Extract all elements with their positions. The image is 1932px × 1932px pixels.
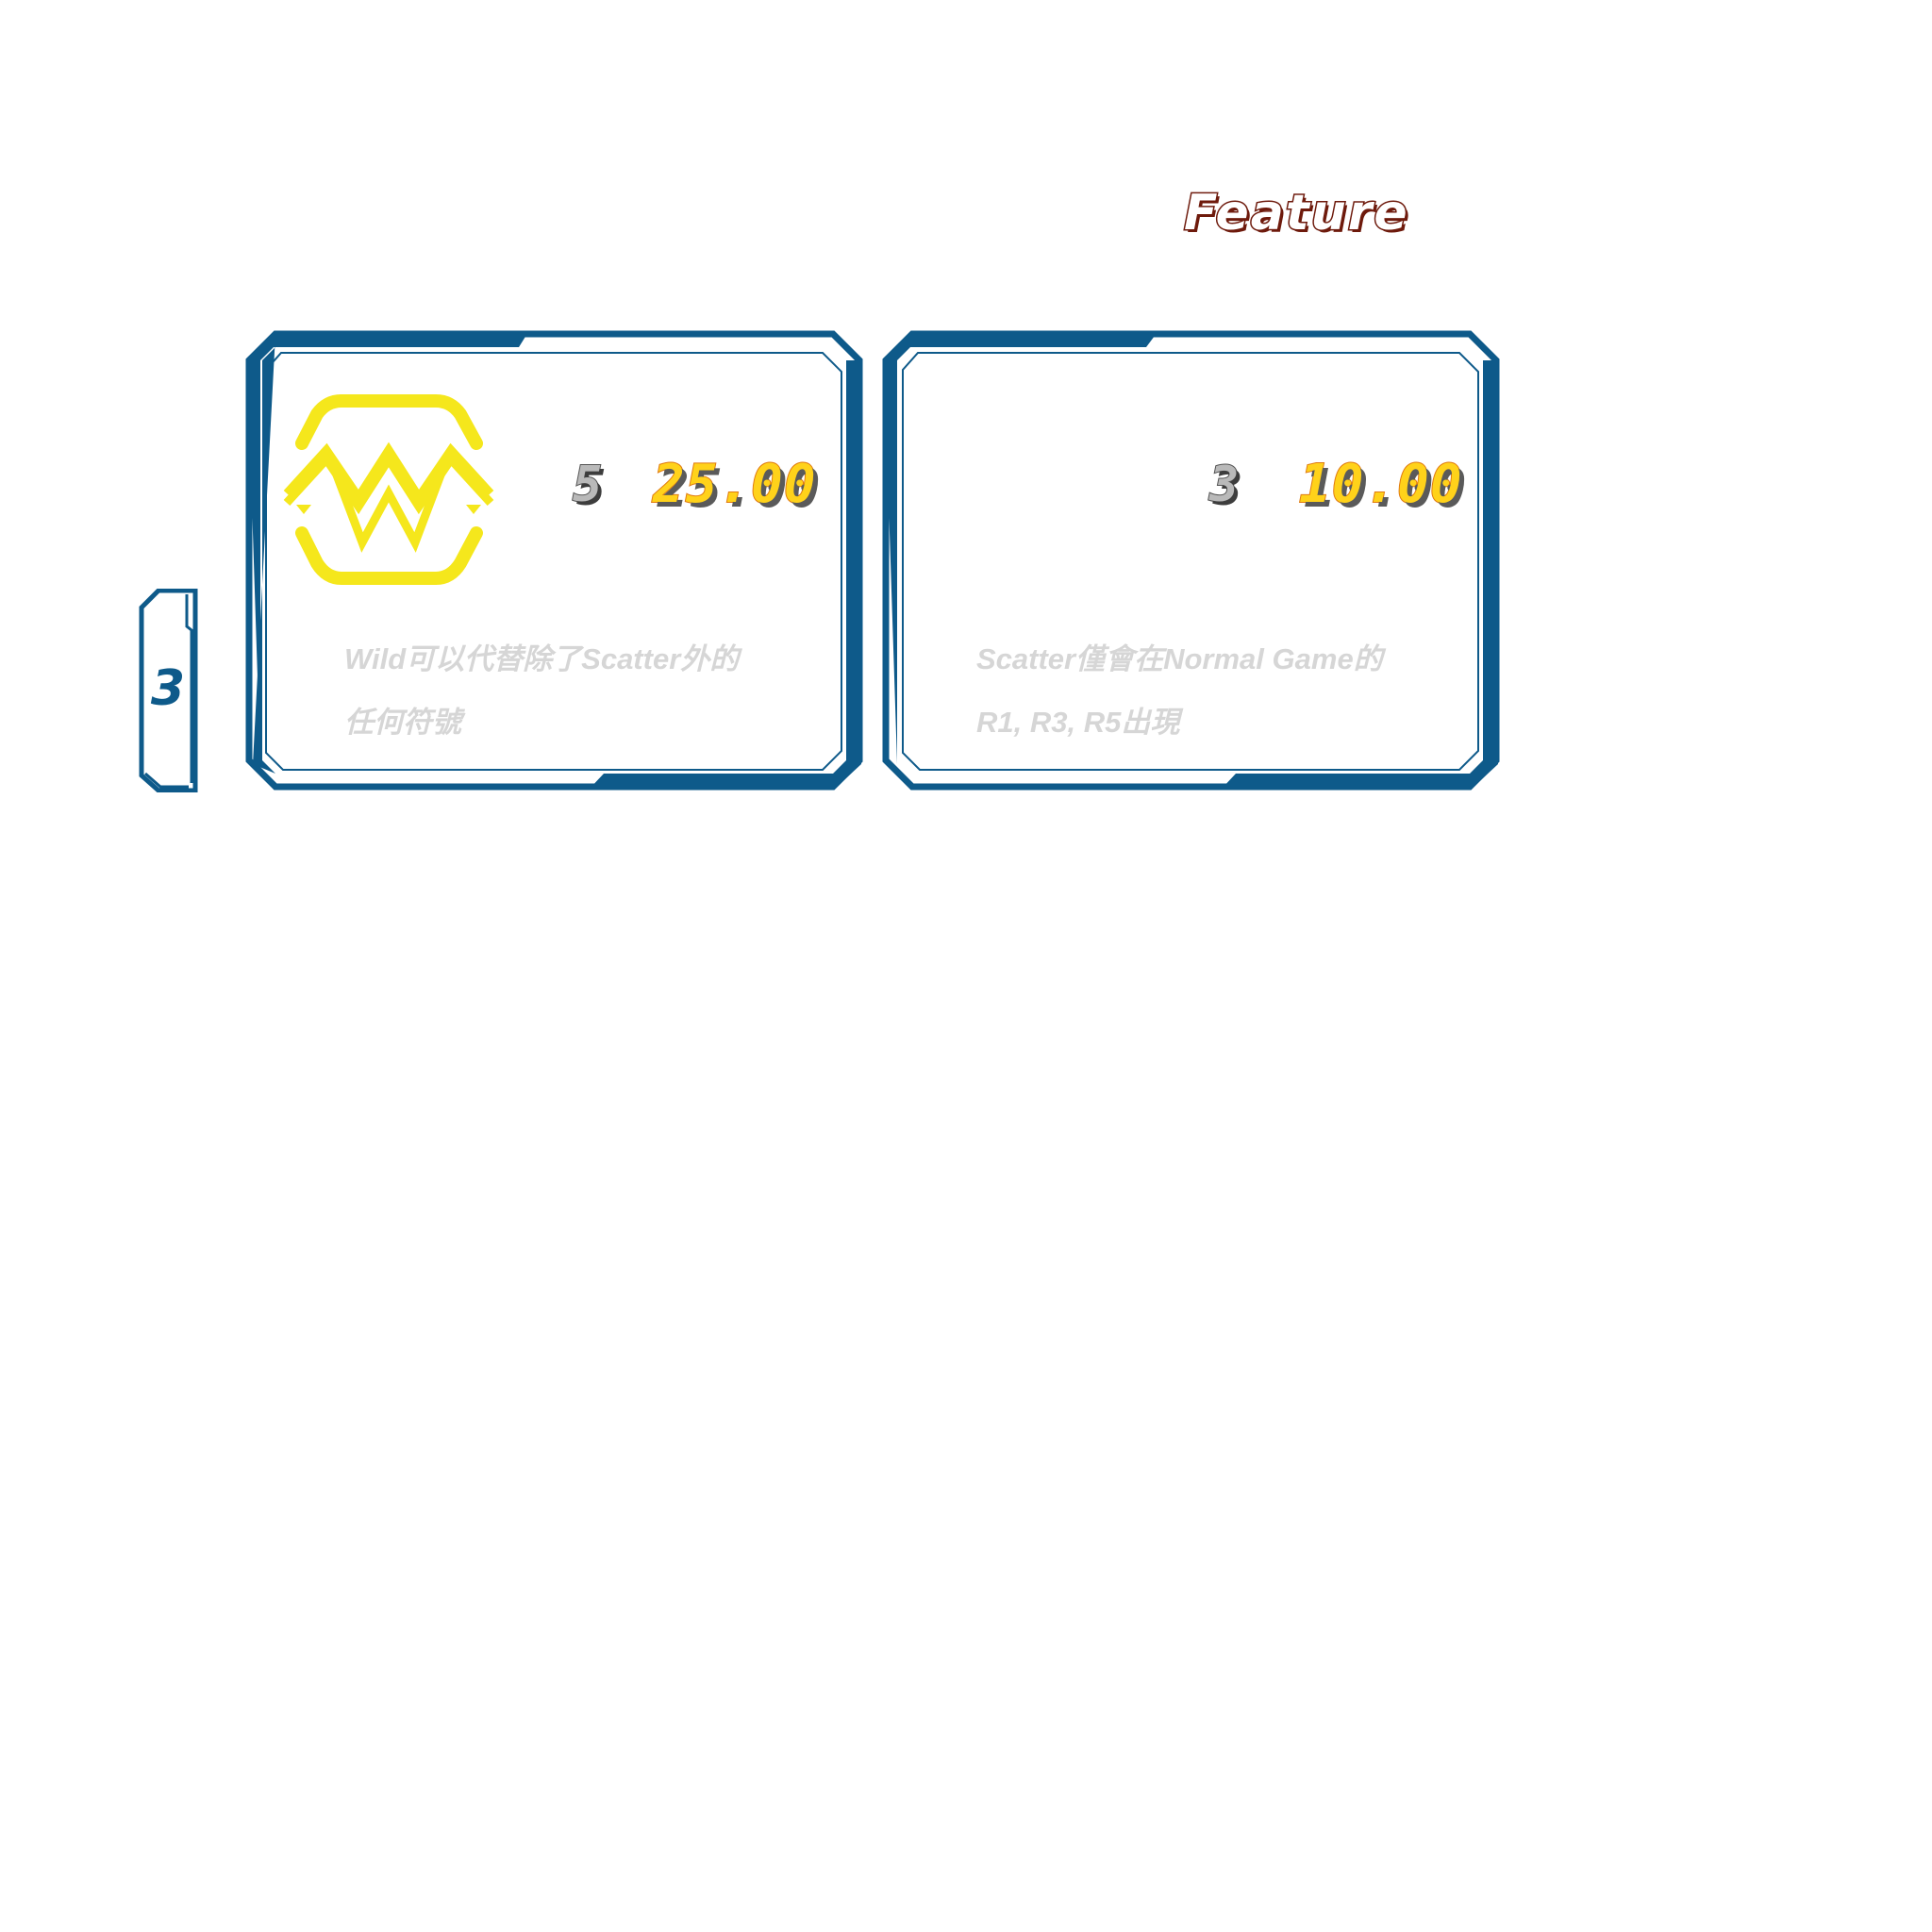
description-line: R1, R3, R5出現 <box>976 706 1180 739</box>
page-tab-label: 3 <box>150 660 186 717</box>
page-title: Feature <box>1183 185 1409 242</box>
symbol-payout: 25.00 <box>652 454 817 515</box>
symbol-count: 3 <box>1208 457 1240 513</box>
symbol-payout: 10.00 <box>1298 454 1463 515</box>
wild-icon <box>283 394 494 585</box>
symbol-description: Wild可以代替除了Scatter外的 任何符號 <box>344 627 739 754</box>
symbol-count: 5 <box>572 457 603 513</box>
scatter-paytable-card: 3 10.00 Scatter僅會在Normal Game的 R1, R3, R… <box>882 330 1500 791</box>
description-line: Scatter僅會在Normal Game的 <box>976 642 1383 675</box>
paytable-page: Feature 3 5 25.00 Wild可以代替除了Scatter外的 任何… <box>0 0 1932 1932</box>
page-tab[interactable]: 3 <box>138 588 198 793</box>
symbol-description: Scatter僅會在Normal Game的 R1, R3, R5出現 <box>976 627 1383 754</box>
description-line: 任何符號 <box>344 706 461 739</box>
description-line: Wild可以代替除了Scatter外的 <box>344 642 740 675</box>
wild-paytable-card: 5 25.00 Wild可以代替除了Scatter外的 任何符號 <box>245 330 863 791</box>
